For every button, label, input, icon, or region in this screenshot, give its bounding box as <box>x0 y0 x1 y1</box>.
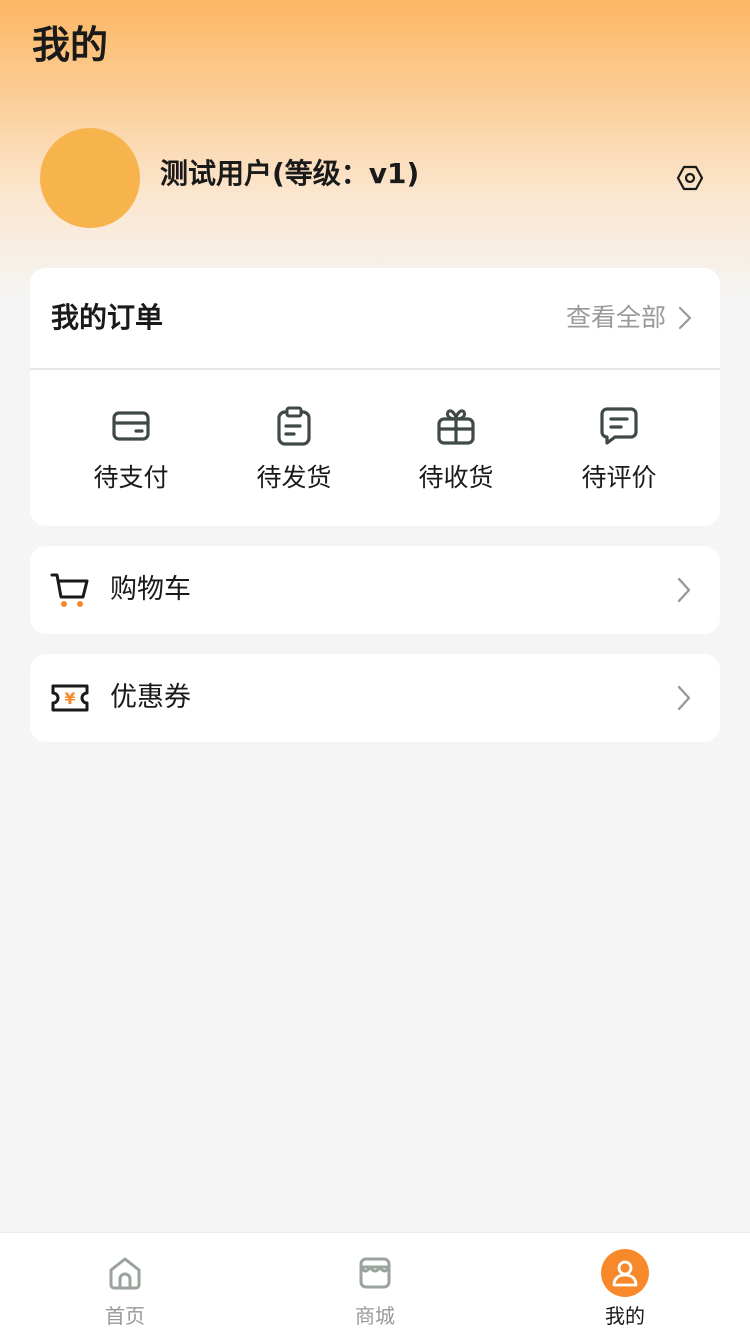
home-icon <box>109 1257 141 1290</box>
order-status-label: 待收货 <box>418 463 494 492</box>
orders-card: 我的订单 查看全部 待支付 待发货 待收货 待评价 <box>30 268 720 526</box>
user-icon <box>612 1260 638 1287</box>
store-icon <box>359 1257 391 1289</box>
order-status-pending-review[interactable]: 待评价 <box>554 372 684 526</box>
tab-label: 商城 <box>355 1304 395 1328</box>
order-status-pending-receipt[interactable]: 待收货 <box>391 372 521 526</box>
chevron-right-icon <box>677 577 691 603</box>
comment-icon <box>600 407 638 445</box>
settings-button[interactable] <box>670 158 710 198</box>
coupon-icon: ¥ <box>51 684 89 712</box>
menu-item-cart[interactable]: 购物车 <box>30 546 720 634</box>
order-status-label: 待支付 <box>93 463 169 492</box>
tab-profile[interactable]: 我的 <box>500 1233 750 1334</box>
coupon-symbol: ¥ <box>64 689 75 708</box>
tab-store[interactable]: 商城 <box>250 1233 500 1334</box>
page-title: 我的 <box>32 23 109 67</box>
orders-title: 我的订单 <box>51 301 164 334</box>
order-status-label: 待发货 <box>256 463 332 492</box>
clipboard-icon <box>277 406 311 446</box>
tab-home[interactable]: 首页 <box>0 1233 250 1334</box>
chevron-right-icon <box>677 685 691 711</box>
store-icon-wrapper <box>351 1249 399 1297</box>
gift-icon <box>437 409 475 445</box>
menu-item-coupon[interactable]: ¥ 优惠券 <box>30 654 720 742</box>
avatar[interactable] <box>40 128 140 228</box>
tab-label: 首页 <box>105 1304 145 1328</box>
tab-label: 我的 <box>605 1304 645 1328</box>
user-name: 测试用户(等级：v1) <box>160 157 420 190</box>
wallet-icon <box>112 411 150 441</box>
cart-icon <box>50 573 89 607</box>
view-all-orders-link[interactable]: 查看全部 <box>566 298 692 338</box>
user-icon-wrapper <box>601 1249 649 1297</box>
view-all-label: 查看全部 <box>565 303 666 332</box>
order-status-pending-shipment[interactable]: 待发货 <box>229 372 359 526</box>
settings-icon <box>676 165 704 191</box>
menu-label: 优惠券 <box>110 682 191 713</box>
order-status-pending-payment[interactable]: 待支付 <box>66 372 196 526</box>
chevron-right-icon <box>678 306 692 330</box>
orders-header: 我的订单 查看全部 <box>30 268 720 370</box>
bottom-tab-bar: 首页 商城 我的 <box>0 1232 750 1334</box>
order-status-list: 待支付 待发货 待收货 待评价 <box>30 372 720 526</box>
home-icon-wrapper <box>101 1249 149 1297</box>
profile-page: 我的 测试用户(等级：v1) 我的订单 查看全部 待支付 待发货 待收货 待评价… <box>0 0 750 1334</box>
order-status-label: 待评价 <box>581 463 657 492</box>
menu-label: 购物车 <box>110 574 191 605</box>
